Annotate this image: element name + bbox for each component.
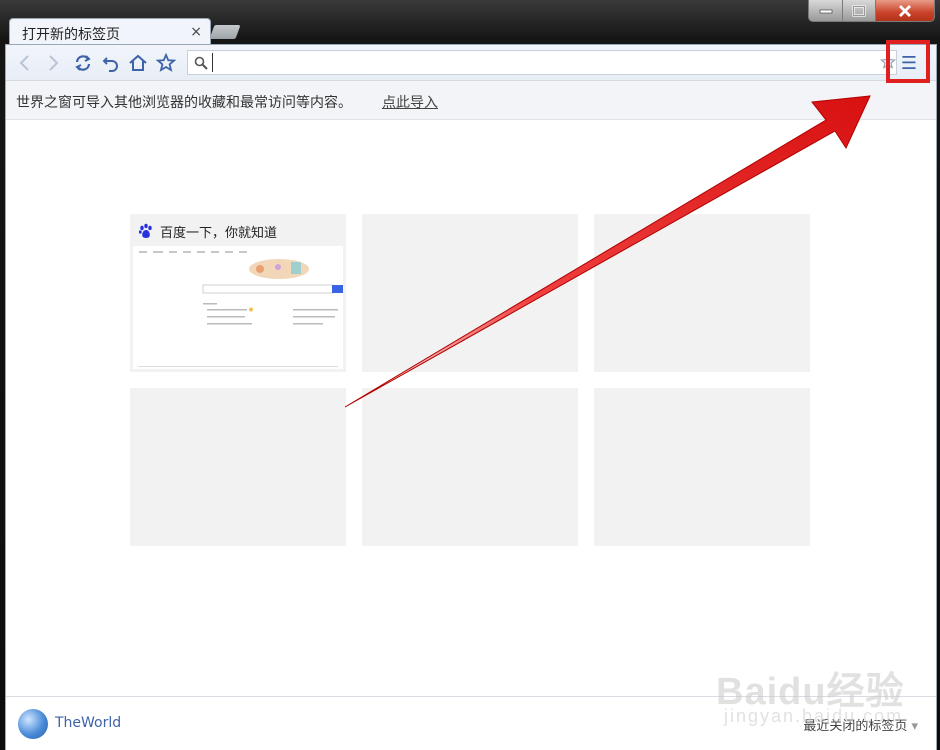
back-icon[interactable]: [14, 53, 34, 73]
toolbar: ☰: [6, 45, 936, 81]
forward-icon[interactable]: [44, 53, 64, 73]
chevron-down-icon: ▾: [911, 719, 918, 734]
theworld-logo-icon[interactable]: [18, 709, 48, 739]
close-icon: [899, 4, 911, 17]
speed-dial-tile-empty[interactable]: [362, 388, 578, 546]
new-tab-button[interactable]: [209, 25, 241, 39]
page-thumbnail: [133, 246, 343, 369]
maximize-icon: [852, 4, 866, 17]
speed-dial-tile-baidu[interactable]: 百度一下，你就知道: [130, 214, 346, 372]
maximize-button[interactable]: [843, 0, 876, 22]
undo-icon[interactable]: [101, 53, 121, 73]
infobar-message: 世界之窗可导入其他浏览器的收藏和最常访问等内容。: [16, 95, 352, 111]
close-window-button[interactable]: [876, 0, 935, 22]
baidu-paw-icon: [138, 223, 152, 238]
tab-title: 打开新的标签页: [22, 27, 120, 43]
favorite-star-icon[interactable]: [156, 53, 176, 73]
speed-dial-tile-empty[interactable]: [594, 214, 810, 372]
import-infobar: 世界之窗可导入其他浏览器的收藏和最常访问等内容。 点此导入: [6, 81, 936, 120]
footer-brand-link[interactable]: TheWorld: [55, 715, 121, 731]
minimize-icon: [819, 9, 832, 13]
browser-content: ☰ 世界之窗可导入其他浏览器的收藏和最常访问等内容。 点此导入 百度一下，你就知…: [5, 44, 937, 750]
minimize-button[interactable]: [808, 0, 843, 22]
recently-closed-label: 最近关闭的标签页: [803, 719, 908, 734]
footer-bar: TheWorld 最近关闭的标签页 ▾: [6, 696, 936, 750]
bookmark-star-icon[interactable]: [879, 53, 897, 74]
tab-close-icon[interactable]: ×: [190, 24, 202, 40]
address-input[interactable]: [212, 53, 875, 72]
tile-title: 百度一下，你就知道: [160, 225, 278, 241]
import-link[interactable]: 点此导入: [382, 92, 438, 112]
baidu-thumbnail-image: [138, 251, 343, 367]
speed-dial-tile-empty[interactable]: [594, 388, 810, 546]
tile-header: 百度一下，你就知道: [138, 222, 278, 241]
speed-dial-tile-empty[interactable]: [362, 214, 578, 372]
address-bar[interactable]: [187, 50, 897, 75]
tab-new-tab[interactable]: 打开新的标签页 ×: [9, 18, 211, 47]
refresh-icon[interactable]: [73, 53, 93, 73]
window-controls: [808, 0, 935, 22]
main-menu-button[interactable]: ☰: [897, 51, 921, 75]
recently-closed-tabs-button[interactable]: 最近关闭的标签页 ▾: [803, 715, 918, 734]
speed-dial-tile-empty[interactable]: [130, 388, 346, 546]
search-icon: [194, 55, 208, 74]
home-icon[interactable]: [128, 53, 148, 73]
